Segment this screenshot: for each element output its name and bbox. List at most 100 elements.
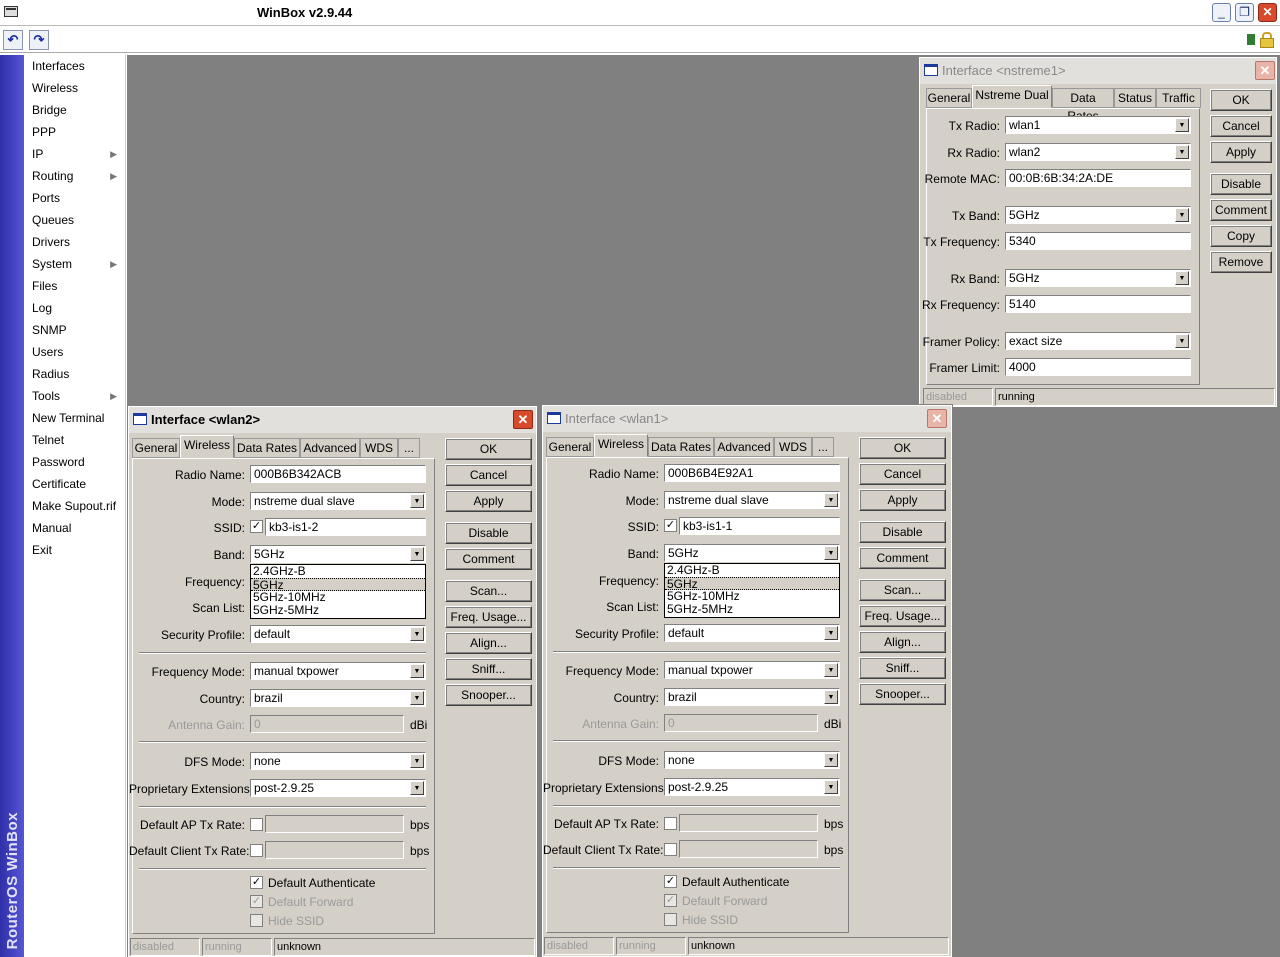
freq-usage-button[interactable]: Freq. Usage...: [445, 606, 532, 628]
framer-limit-input[interactable]: 4000: [1005, 358, 1191, 376]
ssid-checkbox[interactable]: ✓: [664, 519, 677, 532]
menu-item-make-supout-rif[interactable]: Make Supout.rif: [24, 495, 125, 517]
redo-icon[interactable]: ↷: [29, 30, 49, 50]
window-titlebar[interactable]: Interface <wlan1> ✕: [543, 406, 951, 432]
band-option[interactable]: 5GHz-5MHz: [251, 604, 425, 617]
radio-name-input[interactable]: 000B6B4E92A1: [664, 464, 840, 482]
remove-button[interactable]: Remove: [1210, 251, 1272, 273]
client-tx-rate-checkbox[interactable]: [250, 844, 263, 857]
menu-item-ports[interactable]: Ports: [24, 187, 125, 209]
band-option[interactable]: 2.4GHz-B: [665, 564, 839, 577]
menu-item-log[interactable]: Log: [24, 297, 125, 319]
tab-data-rates[interactable]: Data Rates: [1052, 88, 1114, 123]
tx-frequency-input[interactable]: 5340: [1005, 232, 1191, 250]
ok-button[interactable]: OK: [1210, 89, 1272, 111]
chevron-down-icon[interactable]: ▼: [1175, 271, 1189, 285]
menu-item-bridge[interactable]: Bridge: [24, 99, 125, 121]
chevron-down-icon[interactable]: ▼: [410, 547, 424, 561]
rx-band-select[interactable]: 5GHz ▼: [1005, 269, 1191, 287]
chevron-down-icon[interactable]: ▼: [824, 780, 838, 794]
dfs-mode-select[interactable]: none ▼: [664, 751, 840, 769]
chevron-down-icon[interactable]: ▼: [410, 627, 424, 641]
tab-general[interactable]: General: [546, 437, 594, 457]
client-tx-rate-checkbox[interactable]: [664, 843, 677, 856]
disable-button[interactable]: Disable: [859, 521, 946, 543]
ssid-checkbox[interactable]: ✓: [250, 520, 263, 533]
disable-button[interactable]: Disable: [1210, 173, 1272, 195]
mode-select[interactable]: nstreme dual slave ▼: [664, 491, 840, 509]
ok-button[interactable]: OK: [859, 437, 946, 459]
menu-item-ip[interactable]: IP ▶: [24, 143, 125, 165]
tab-wireless[interactable]: Wireless: [180, 435, 234, 458]
rx-radio-select[interactable]: wlan2 ▼: [1005, 143, 1191, 161]
chevron-down-icon[interactable]: ▼: [410, 691, 424, 705]
chevron-down-icon[interactable]: ▼: [1175, 334, 1189, 348]
chevron-down-icon[interactable]: ▼: [824, 753, 838, 767]
scan-button[interactable]: Scan...: [859, 579, 946, 601]
menu-item-drivers[interactable]: Drivers: [24, 231, 125, 253]
chevron-down-icon[interactable]: ▼: [1175, 118, 1189, 132]
menu-item-interfaces[interactable]: Interfaces: [24, 55, 125, 77]
menu-item-tools[interactable]: Tools ▶: [24, 385, 125, 407]
align-button[interactable]: Align...: [445, 632, 532, 654]
tab-wds[interactable]: WDS: [360, 438, 398, 458]
ap-tx-rate-checkbox[interactable]: [250, 818, 263, 831]
security-profile-select[interactable]: default ▼: [250, 625, 426, 643]
radio-name-input[interactable]: 000B6B342ACB: [250, 465, 426, 483]
window-close-button[interactable]: ✕: [513, 410, 533, 429]
menu-item-exit[interactable]: Exit: [24, 539, 125, 561]
frequency-mode-select[interactable]: manual txpower ▼: [664, 661, 840, 679]
remote-mac-input[interactable]: 00:0B:6B:34:2A:DE: [1005, 169, 1191, 187]
tab-more[interactable]: ...: [812, 437, 834, 457]
comment-button[interactable]: Comment: [1210, 199, 1272, 221]
band-select[interactable]: 5GHz ▼: [250, 545, 426, 563]
freq-usage-button[interactable]: Freq. Usage...: [859, 605, 946, 627]
tx-radio-select[interactable]: wlan1 ▼: [1005, 116, 1191, 134]
menu-item-ppp[interactable]: PPP: [24, 121, 125, 143]
dfs-mode-select[interactable]: none ▼: [250, 752, 426, 770]
sniff-button[interactable]: Sniff...: [445, 658, 532, 680]
menu-item-users[interactable]: Users: [24, 341, 125, 363]
menu-item-queues[interactable]: Queues: [24, 209, 125, 231]
mode-select[interactable]: nstreme dual slave ▼: [250, 492, 426, 510]
ssid-input[interactable]: kb3-is1-2: [265, 518, 426, 536]
tab-traffic[interactable]: Traffic: [1156, 88, 1201, 108]
menu-item-telnet[interactable]: Telnet: [24, 429, 125, 451]
window-titlebar[interactable]: Interface <nstreme1> ✕: [920, 58, 1276, 84]
frequency-mode-select[interactable]: manual txpower ▼: [250, 662, 426, 680]
window-close-button[interactable]: ✕: [1255, 61, 1275, 80]
window-titlebar[interactable]: Interface <wlan2> ✕: [129, 407, 536, 433]
cancel-button[interactable]: Cancel: [859, 463, 946, 485]
tab-more[interactable]: ...: [398, 438, 420, 458]
scan-button[interactable]: Scan...: [445, 580, 532, 602]
minimize-button[interactable]: _: [1212, 3, 1231, 22]
snooper-button[interactable]: Snooper...: [445, 684, 532, 706]
chevron-down-icon[interactable]: ▼: [410, 754, 424, 768]
copy-button[interactable]: Copy: [1210, 225, 1272, 247]
security-profile-select[interactable]: default ▼: [664, 624, 840, 642]
cancel-button[interactable]: Cancel: [445, 464, 532, 486]
tab-wds[interactable]: WDS: [774, 437, 812, 457]
chevron-down-icon[interactable]: ▼: [824, 626, 838, 640]
proprietary-extensions-select[interactable]: post-2.9.25 ▼: [250, 779, 426, 797]
tab-general[interactable]: General: [132, 438, 180, 458]
menu-item-password[interactable]: Password: [24, 451, 125, 473]
tab-advanced[interactable]: Advanced: [714, 437, 774, 457]
chevron-down-icon[interactable]: ▼: [824, 546, 838, 560]
chevron-down-icon[interactable]: ▼: [1175, 208, 1189, 222]
menu-item-files[interactable]: Files: [24, 275, 125, 297]
country-select[interactable]: brazil ▼: [250, 689, 426, 707]
country-select[interactable]: brazil ▼: [664, 688, 840, 706]
align-button[interactable]: Align...: [859, 631, 946, 653]
sniff-button[interactable]: Sniff...: [859, 657, 946, 679]
band-option[interactable]: 2.4GHz-B: [251, 565, 425, 578]
tab-status[interactable]: Status: [1114, 88, 1156, 108]
menu-item-snmp[interactable]: SNMP: [24, 319, 125, 341]
proprietary-extensions-select[interactable]: post-2.9.25 ▼: [664, 778, 840, 796]
ssid-input[interactable]: kb3-is1-1: [679, 517, 840, 535]
default-authenticate-checkbox[interactable]: ✓: [250, 876, 263, 889]
framer-policy-select[interactable]: exact size ▼: [1005, 332, 1191, 350]
menu-item-routing[interactable]: Routing ▶: [24, 165, 125, 187]
chevron-down-icon[interactable]: ▼: [410, 664, 424, 678]
tab-nstreme-dual[interactable]: Nstreme Dual: [972, 85, 1052, 108]
